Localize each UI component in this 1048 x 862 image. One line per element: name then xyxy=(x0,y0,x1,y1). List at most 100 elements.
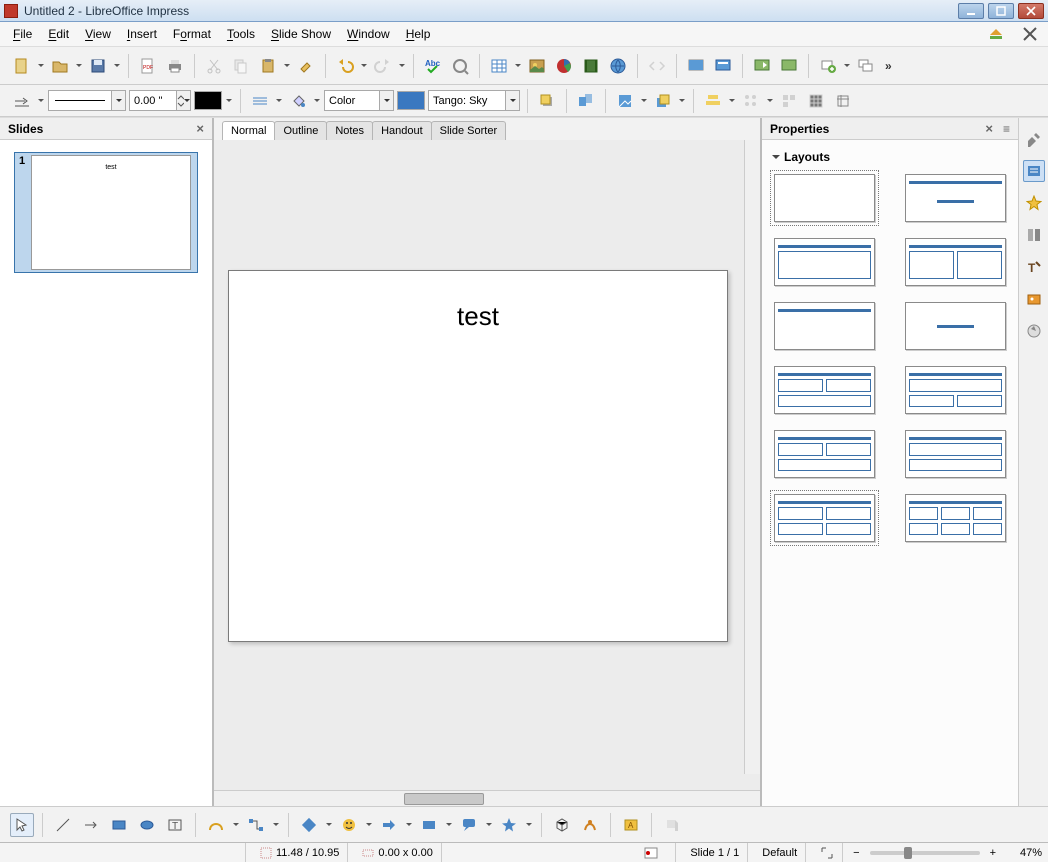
line-color-swatch[interactable] xyxy=(194,91,222,110)
fill-bucket-button[interactable] xyxy=(286,89,310,113)
paste-button[interactable] xyxy=(256,54,280,78)
rail-custom-animation-icon[interactable] xyxy=(1023,192,1045,214)
status-insert-mode[interactable] xyxy=(636,843,676,862)
menu-view[interactable]: View xyxy=(78,24,118,44)
status-style[interactable]: Default xyxy=(754,843,806,862)
crop-button[interactable] xyxy=(574,89,598,113)
basic-shapes-dropdown[interactable] xyxy=(325,820,333,829)
save-dropdown[interactable] xyxy=(113,61,121,70)
flowchart-tool[interactable] xyxy=(417,813,441,837)
minimize-button[interactable] xyxy=(958,3,984,19)
paste-dropdown[interactable] xyxy=(283,61,291,70)
layout-title-only[interactable] xyxy=(774,302,875,350)
tab-slide-sorter[interactable]: Slide Sorter xyxy=(431,121,506,140)
duplicate-slide-button[interactable] xyxy=(854,54,878,78)
ellipse-tool[interactable] xyxy=(135,813,159,837)
menu-slideshow[interactable]: Slide Show xyxy=(264,24,338,44)
save-button[interactable] xyxy=(86,54,110,78)
rectangle-tool[interactable] xyxy=(107,813,131,837)
insert-slide-dropdown[interactable] xyxy=(843,61,851,70)
close-document-button[interactable] xyxy=(1018,22,1042,46)
fill-mode-combo[interactable]: Color xyxy=(324,90,394,111)
callout-dropdown[interactable] xyxy=(485,820,493,829)
tab-handout[interactable]: Handout xyxy=(372,121,432,140)
rail-styles-icon[interactable]: T xyxy=(1023,256,1045,278)
redo-button[interactable] xyxy=(371,54,395,78)
3d-objects-tool[interactable] xyxy=(550,813,574,837)
symbol-shapes-dropdown[interactable] xyxy=(365,820,373,829)
curve-tool[interactable] xyxy=(204,813,228,837)
autospell-button[interactable] xyxy=(448,54,472,78)
rail-gallery-icon[interactable] xyxy=(1023,288,1045,310)
new-dropdown[interactable] xyxy=(37,61,45,70)
layout-blank[interactable] xyxy=(774,174,875,222)
connector-dropdown[interactable] xyxy=(272,820,280,829)
block-arrows-tool[interactable] xyxy=(377,813,401,837)
update-icon[interactable] xyxy=(984,22,1008,46)
arrow-line-tool[interactable] xyxy=(79,813,103,837)
undo-dropdown[interactable] xyxy=(360,61,368,70)
extrusion-tool[interactable] xyxy=(660,813,684,837)
vertical-scrollbar[interactable] xyxy=(744,140,760,774)
first-slide-button[interactable] xyxy=(750,54,774,78)
fill-name-combo[interactable]: Tango: Sky xyxy=(428,90,520,111)
copy-button[interactable] xyxy=(229,54,253,78)
close-slides-panel-button[interactable]: × xyxy=(196,121,204,136)
rail-navigator-icon[interactable] xyxy=(1023,320,1045,342)
slide-master-button[interactable] xyxy=(711,54,735,78)
line-tool[interactable] xyxy=(51,813,75,837)
menu-window[interactable]: Window xyxy=(340,24,397,44)
hscroll-thumb[interactable] xyxy=(404,793,484,805)
menu-file[interactable]: File xyxy=(6,24,39,44)
layout-six[interactable] xyxy=(905,494,1006,542)
open-button[interactable] xyxy=(48,54,72,78)
table-dropdown[interactable] xyxy=(514,61,522,70)
symbol-shapes-tool[interactable] xyxy=(337,813,361,837)
callout-tool[interactable] xyxy=(457,813,481,837)
menu-format[interactable]: Format xyxy=(166,24,218,44)
menu-edit[interactable]: Edit xyxy=(41,24,76,44)
line-style-combo[interactable] xyxy=(48,90,126,111)
align-dropdown[interactable] xyxy=(728,96,736,105)
grid-button[interactable] xyxy=(804,89,828,113)
fontwork-tool[interactable]: A xyxy=(619,813,643,837)
rail-master-pages-icon[interactable] xyxy=(1023,160,1045,182)
slide-canvas[interactable]: test xyxy=(228,270,728,642)
zoom-fit-button[interactable] xyxy=(812,843,843,862)
line-width-input[interactable] xyxy=(130,95,176,107)
layout-title[interactable] xyxy=(905,174,1006,222)
format-paintbrush-button[interactable] xyxy=(294,54,318,78)
export-pdf-button[interactable]: PDF xyxy=(136,54,160,78)
horizontal-scrollbar[interactable] xyxy=(214,790,760,806)
zoom-in-button[interactable]: + xyxy=(986,847,1000,859)
html-source-button[interactable] xyxy=(645,54,669,78)
curve-dropdown[interactable] xyxy=(232,820,240,829)
block-arrows-dropdown[interactable] xyxy=(405,820,413,829)
layout-content-over[interactable] xyxy=(905,366,1006,414)
redo-dropdown[interactable] xyxy=(398,61,406,70)
flowchart-dropdown[interactable] xyxy=(445,820,453,829)
area-style-button[interactable] xyxy=(248,89,272,113)
fill-color-swatch[interactable] xyxy=(397,91,425,110)
layouts-section-header[interactable]: Layouts xyxy=(770,146,1010,168)
spellcheck-button[interactable]: Abc xyxy=(421,54,445,78)
layout-four-a[interactable] xyxy=(774,494,875,542)
line-width-combo[interactable] xyxy=(129,90,191,111)
connector-tool[interactable] xyxy=(244,813,268,837)
filter-dropdown[interactable] xyxy=(640,96,648,105)
status-slide[interactable]: Slide 1 / 1 xyxy=(682,843,748,862)
toolbar-overflow[interactable]: » xyxy=(881,59,896,73)
tab-outline[interactable]: Outline xyxy=(274,121,327,140)
crop-image-button[interactable] xyxy=(831,89,855,113)
zoom-out-button[interactable]: − xyxy=(849,847,863,859)
stars-tool[interactable] xyxy=(497,813,521,837)
arrow-style-button[interactable] xyxy=(10,89,34,113)
line-color-dropdown[interactable] xyxy=(225,96,233,105)
canvas-area[interactable]: test xyxy=(214,140,760,790)
distribute-dropdown[interactable] xyxy=(766,96,774,105)
close-window-button[interactable] xyxy=(1018,3,1044,19)
arrange-button[interactable] xyxy=(651,89,675,113)
tab-notes[interactable]: Notes xyxy=(326,121,373,140)
rail-slide-transition-icon[interactable] xyxy=(1023,224,1045,246)
layout-title-content[interactable] xyxy=(774,238,875,286)
